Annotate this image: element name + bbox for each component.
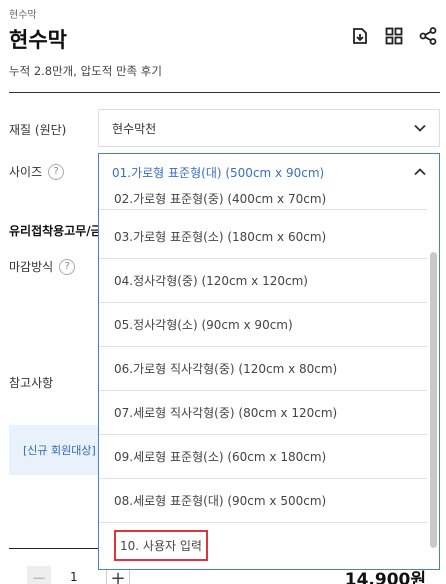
review-summary: 누적 2.8만개, 압도적 만족 후기: [9, 64, 162, 78]
share-icon[interactable]: [418, 26, 438, 46]
material-select[interactable]: 현수막천: [98, 109, 440, 147]
size-select-value: 01.가로형 표준형(대) (500cm x 90cm): [112, 165, 325, 180]
download-icon[interactable]: [350, 26, 370, 46]
page-title: 현수막: [9, 28, 67, 52]
finish-label: 마감방식 ?: [9, 258, 76, 275]
size-label: 사이즈 ?: [9, 163, 65, 180]
notes-label: 참고사항: [9, 374, 53, 391]
size-dropdown-list[interactable]: 02.가로형 표준형(중) (400cm x 70cm) 03.가로형 표준형(…: [98, 190, 440, 570]
glass-adhesive-label-text: 유리접착용고무/금: [9, 224, 102, 238]
material-select-value: 현수막천: [112, 121, 157, 136]
size-option[interactable]: 06.가로형 직사각형(중) (120cm x 80cm): [99, 347, 427, 391]
notes-label-text: 참고사항: [9, 376, 54, 390]
size-option[interactable]: 04.정사각형(중) (120cm x 120cm): [99, 259, 427, 303]
size-label-text: 사이즈: [9, 165, 43, 179]
quantity-decrease-button[interactable]: −: [27, 566, 51, 584]
chevron-down-icon: [414, 124, 426, 132]
glass-adhesive-label: 유리접착용고무/금: [9, 222, 102, 239]
help-icon[interactable]: ?: [48, 163, 65, 180]
size-option-custom[interactable]: 10. 사용자 입력: [99, 523, 427, 567]
material-label: 재질 (원단): [9, 121, 66, 138]
finish-label-text: 마감방식: [9, 260, 54, 274]
divider: [9, 92, 440, 93]
size-select[interactable]: 01.가로형 표준형(대) (500cm x 90cm): [98, 153, 440, 191]
header-actions: [350, 26, 438, 46]
size-option[interactable]: 09.세로형 표준형(소) (60cm x 180cm): [99, 435, 427, 479]
size-option[interactable]: 07.세로형 직사각형(중) (80cm x 120cm): [99, 391, 427, 435]
material-label-text: 재질 (원단): [9, 123, 67, 137]
new-member-banner[interactable]: [신규 회원대상]: [9, 425, 104, 475]
quantity-value[interactable]: 1: [70, 570, 78, 584]
size-option[interactable]: 05.정사각형(소) (90cm x 90cm): [99, 303, 427, 347]
size-option-custom-label: 10. 사용자 입력: [114, 529, 208, 561]
size-option[interactable]: 02.가로형 표준형(중) (400cm x 70cm): [99, 190, 427, 210]
size-option[interactable]: 03.가로형 표준형(소) (180cm x 60cm): [99, 215, 427, 259]
grid-icon[interactable]: [384, 26, 404, 46]
chevron-up-icon: [414, 168, 426, 176]
size-option[interactable]: 08.세로형 표준형(대) (90cm x 500cm): [99, 479, 427, 523]
breadcrumb[interactable]: 현수막: [9, 6, 37, 21]
help-icon[interactable]: ?: [59, 258, 76, 275]
dropdown-scrollbar[interactable]: [430, 252, 437, 548]
